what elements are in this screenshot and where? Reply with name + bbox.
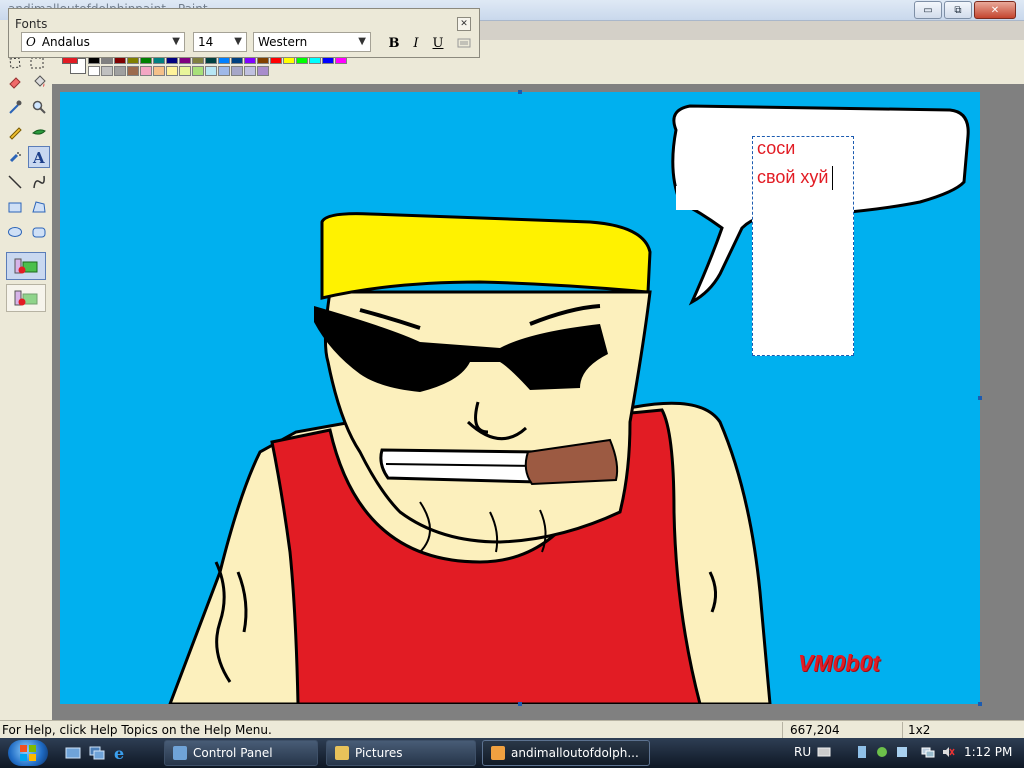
svg-text:A: A bbox=[32, 149, 45, 165]
chevron-down-icon: ▼ bbox=[172, 36, 180, 47]
control-panel-icon bbox=[173, 746, 187, 760]
status-help-text: For Help, click Help Topics on the Help … bbox=[2, 723, 272, 737]
status-divider bbox=[902, 722, 903, 738]
canvas-resize-handle-top bbox=[518, 90, 522, 94]
rectangle-icon[interactable] bbox=[4, 196, 26, 218]
font-size-value: 14 bbox=[198, 35, 214, 49]
keyboard-icon[interactable] bbox=[816, 744, 832, 760]
speech-bubble-text[interactable]: соси свой хуй bbox=[757, 134, 834, 192]
chevron-down-icon: ▼ bbox=[358, 36, 366, 47]
line-icon[interactable] bbox=[4, 171, 26, 193]
pencil-icon[interactable] bbox=[4, 121, 26, 143]
text-tool-icon[interactable]: A bbox=[28, 146, 50, 168]
minimize-button[interactable]: ▭ bbox=[914, 1, 942, 19]
sync-icon[interactable] bbox=[874, 744, 890, 760]
taskbar-button[interactable]: Pictures bbox=[326, 740, 476, 766]
palette-swatch[interactable] bbox=[257, 66, 269, 76]
language-indicator[interactable]: RU bbox=[794, 745, 811, 759]
palette-swatch[interactable] bbox=[192, 66, 204, 76]
taskbar-button[interactable]: Control Panel bbox=[164, 740, 318, 766]
toolbox: A bbox=[0, 20, 53, 720]
italic-button[interactable]: I bbox=[407, 34, 425, 52]
show-desktop-icon[interactable] bbox=[64, 744, 82, 762]
palette-swatch[interactable] bbox=[231, 66, 243, 76]
curve-icon[interactable] bbox=[28, 171, 50, 193]
chevron-down-icon: ▼ bbox=[234, 36, 242, 47]
canvas-resize-handle-bottom[interactable] bbox=[518, 702, 522, 706]
canvas-resize-handle-corner[interactable] bbox=[978, 702, 982, 706]
maximize-button[interactable]: ⧉ bbox=[944, 1, 972, 19]
canvas-area: соси свой хуй VM0b0t bbox=[52, 84, 1024, 720]
palette-swatch[interactable] bbox=[127, 66, 139, 76]
close-button[interactable]: ✕ bbox=[974, 1, 1016, 19]
script-select[interactable]: Western ▼ bbox=[253, 32, 371, 52]
start-button[interactable] bbox=[8, 740, 48, 766]
palette-swatch[interactable] bbox=[114, 66, 126, 76]
opentype-font-icon: O bbox=[26, 35, 36, 49]
font-name-value: Andalus bbox=[41, 35, 90, 49]
font-name-select[interactable]: O Andalus ▼ bbox=[21, 32, 185, 52]
taskbar: e Control Panel Pictures andimalloutofdolp… bbox=[0, 738, 1024, 768]
transparent-background-option[interactable] bbox=[6, 284, 46, 312]
font-size-select[interactable]: 14 ▼ bbox=[193, 32, 247, 52]
polygon-icon[interactable] bbox=[28, 196, 50, 218]
speech-line-1: соси bbox=[757, 138, 796, 158]
palette-swatch[interactable] bbox=[153, 66, 165, 76]
tray-app-icon[interactable] bbox=[894, 744, 910, 760]
status-bar: For Help, click Help Topics on the Help … bbox=[0, 720, 1024, 739]
script-value: Western bbox=[258, 35, 308, 49]
taskbar-button-label: Control Panel bbox=[193, 746, 273, 760]
color-picker-icon[interactable] bbox=[4, 96, 26, 118]
window-controls: ▭ ⧉ ✕ bbox=[914, 1, 1016, 19]
fonts-toolbar-title: Fonts bbox=[15, 17, 48, 31]
palette-swatch[interactable] bbox=[166, 66, 178, 76]
palette-swatch[interactable] bbox=[218, 66, 230, 76]
volume-muted-icon[interactable] bbox=[940, 744, 956, 760]
status-coordinates: 667,204 bbox=[790, 723, 840, 737]
palette-swatch[interactable] bbox=[205, 66, 217, 76]
bold-button[interactable]: B bbox=[385, 34, 403, 52]
rounded-rectangle-icon[interactable] bbox=[28, 221, 50, 243]
airbrush-icon[interactable] bbox=[4, 146, 26, 168]
signature-text: VM0b0t bbox=[798, 650, 880, 676]
ellipse-icon[interactable] bbox=[4, 221, 26, 243]
device-icon[interactable] bbox=[854, 744, 870, 760]
fonts-close-button[interactable]: ✕ bbox=[457, 17, 471, 31]
taskbar-button-label: andimalloutofdolph... bbox=[511, 746, 639, 760]
text-cursor bbox=[832, 166, 834, 191]
palette-swatch[interactable] bbox=[101, 66, 113, 76]
status-divider bbox=[782, 722, 783, 738]
brush-icon[interactable] bbox=[28, 121, 50, 143]
palette-swatch[interactable] bbox=[179, 66, 191, 76]
vertical-text-icon[interactable] bbox=[455, 34, 473, 52]
palette-swatch[interactable] bbox=[140, 66, 152, 76]
switch-windows-icon[interactable] bbox=[88, 744, 106, 762]
palette-swatch[interactable] bbox=[88, 66, 100, 76]
status-selection-size: 1x2 bbox=[908, 723, 931, 737]
svg-text:e: e bbox=[114, 745, 124, 761]
palette-swatch[interactable] bbox=[244, 66, 256, 76]
fonts-toolbar: Fonts ✕ O Andalus ▼ 14 ▼ Western ▼ B I U bbox=[8, 8, 480, 58]
clock[interactable]: 1:12 PM bbox=[964, 745, 1012, 759]
fill-bucket-icon[interactable] bbox=[28, 71, 50, 93]
canvas-resize-handle-right[interactable] bbox=[978, 396, 982, 400]
paint-icon bbox=[491, 746, 505, 760]
taskbar-button[interactable]: andimalloutofdolph... bbox=[482, 740, 650, 766]
speech-line-2: свой хуй bbox=[757, 163, 834, 192]
windows-logo-icon bbox=[20, 745, 36, 761]
opaque-background-option[interactable] bbox=[6, 252, 46, 280]
taskbar-button-label: Pictures bbox=[355, 746, 403, 760]
drawing-canvas[interactable]: соси свой хуй VM0b0t bbox=[60, 92, 980, 704]
magnifier-icon[interactable] bbox=[28, 96, 50, 118]
internet-explorer-icon[interactable]: e bbox=[112, 744, 130, 762]
network-icon[interactable] bbox=[920, 744, 936, 760]
eraser-icon[interactable] bbox=[4, 71, 26, 93]
folder-icon bbox=[335, 746, 349, 760]
underline-button[interactable]: U bbox=[429, 34, 447, 52]
